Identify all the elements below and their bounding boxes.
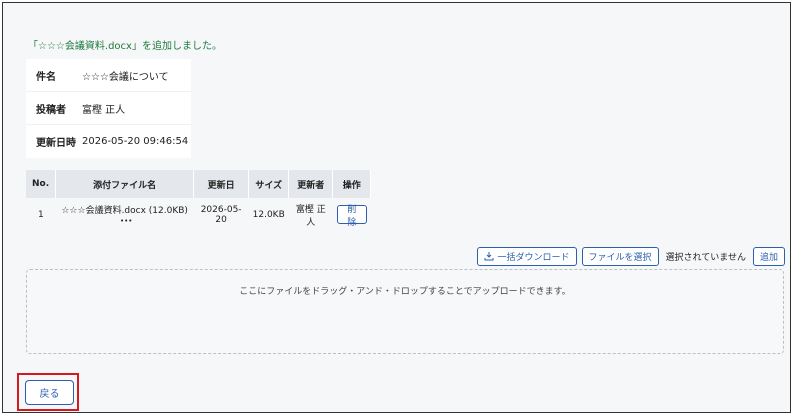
info-row-updated: 更新日時 2026-05-20 09:46:54 — [26, 125, 191, 158]
info-row-author: 投稿者 富樫 正人 — [26, 92, 191, 125]
cell-filename: ☆☆☆会議資料.docx (12.0KB) ••• — [55, 198, 194, 231]
col-header-date: 更新日 — [193, 170, 250, 198]
col-header-action: 操作 — [332, 170, 372, 198]
file-dropzone[interactable]: ここにファイルをドラッグ・アンド・ドロップすることでアップロードできます。 — [26, 269, 784, 354]
back-button[interactable]: 戻る — [25, 380, 74, 405]
bulk-download-label: 一括ダウンロード — [497, 252, 570, 263]
dropzone-text: ここにファイルをドラッグ・アンド・ドロップすることでアップロードできます。 — [239, 287, 571, 297]
col-header-updater: 更新者 — [288, 170, 334, 198]
table-header-row: No. 添付ファイル名 更新日 サイズ 更新者 操作 — [26, 170, 372, 198]
cell-date: 2026-05-20 — [193, 198, 249, 231]
file-link[interactable]: ☆☆☆会議資料.docx (12.0KB) — [61, 206, 188, 216]
add-button[interactable]: 追加 — [752, 246, 785, 266]
cell-size: 12.0KB — [248, 198, 289, 231]
cell-action: 削除 — [332, 198, 371, 231]
attachment-table: No. 添付ファイル名 更新日 サイズ 更新者 操作 1 ☆☆☆会議資料.doc… — [26, 170, 372, 231]
col-header-name: 添付ファイル名 — [55, 170, 195, 198]
download-icon — [484, 252, 494, 261]
info-row-subject: 件名 ☆☆☆会議について — [26, 59, 191, 92]
info-value: 富樫 正人 — [82, 104, 126, 116]
delete-button[interactable]: 削除 — [336, 205, 367, 228]
more-menu-icon[interactable]: ••• — [120, 217, 132, 225]
table-row: 1 ☆☆☆会議資料.docx (12.0KB) ••• 2026-05-20 1… — [26, 198, 371, 231]
col-header-no: No. — [26, 170, 57, 198]
success-notice: 「☆☆☆会議資料.docx」を追加しました。 — [28, 41, 222, 52]
cell-updater: 富樫 正人 — [288, 198, 333, 231]
select-file-button[interactable]: ファイルを選択 — [581, 246, 659, 266]
info-value: ☆☆☆会議について — [82, 71, 169, 83]
bulk-download-button[interactable]: 一括ダウンロード — [477, 246, 577, 266]
info-key: 投稿者 — [36, 104, 66, 116]
post-info-table: 件名 ☆☆☆会議について 投稿者 富樫 正人 更新日時 2026-05-20 0… — [26, 59, 191, 158]
col-header-size: サイズ — [248, 170, 290, 198]
info-key: 件名 — [36, 71, 56, 83]
file-select-status: 選択されていません — [665, 252, 746, 263]
cell-no: 1 — [26, 198, 56, 231]
info-key: 更新日時 — [36, 138, 76, 149]
info-value: 2026-05-20 09:46:54 — [82, 136, 189, 147]
upload-toolbar: 一括ダウンロード ファイルを選択 選択されていません 追加 — [477, 246, 785, 266]
